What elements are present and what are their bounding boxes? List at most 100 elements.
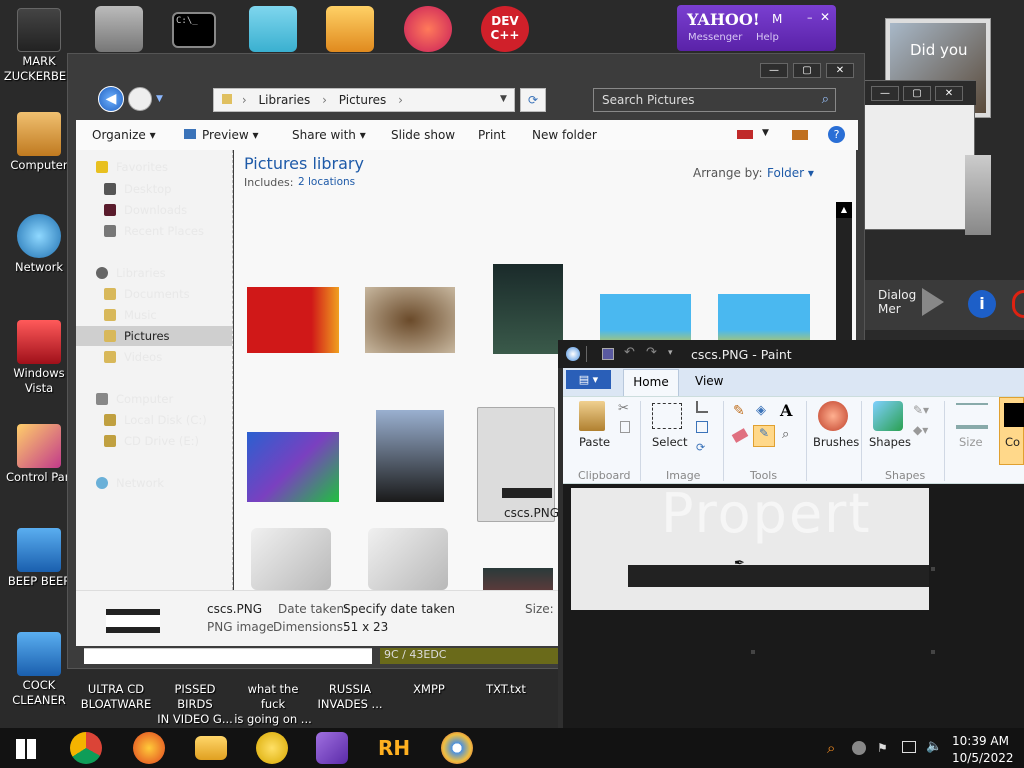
- redo-icon[interactable]: ↷: [646, 345, 657, 360]
- crop-icon[interactable]: [696, 401, 708, 413]
- pig-game-icon[interactable]: [326, 6, 374, 52]
- nav-pictures[interactable]: Pictures: [104, 327, 170, 345]
- stop-icon[interactable]: [1012, 290, 1024, 318]
- resize-handle[interactable]: [751, 650, 755, 654]
- paint-menu-button[interactable]: ▤ ▾: [566, 370, 611, 389]
- new-folder-button[interactable]: New folder: [532, 128, 597, 142]
- explorer-maximize-button[interactable]: ▢: [793, 63, 821, 78]
- nav-recent-places[interactable]: Recent Places: [104, 222, 204, 240]
- yahoo-minimize-button[interactable]: –: [807, 11, 813, 24]
- network-tray-icon[interactable]: [902, 741, 916, 753]
- search-tray-icon[interactable]: ⌕: [827, 739, 835, 757]
- breadcrumb-pictures[interactable]: Pictures: [339, 93, 387, 107]
- arrange-by-dropdown[interactable]: Folder ▾: [767, 166, 814, 180]
- view-dropdown-icon[interactable]: ▼: [762, 128, 769, 138]
- pencil-icon[interactable]: ✎: [733, 403, 745, 419]
- search-icon[interactable]: ⌕: [822, 92, 829, 107]
- customize-quick-access-icon[interactable]: ▾: [668, 348, 673, 358]
- paint-window[interactable]: ↶ ↷ ▾ cscs.PNG - Paint ▤ ▾ Home View Pas…: [558, 340, 1024, 730]
- size-button[interactable]: Size: [959, 435, 983, 449]
- cut-icon[interactable]: ✂: [618, 401, 629, 416]
- desktop-icon-what-the[interactable]: what the fuck is going on ...: [234, 682, 312, 727]
- resize-handle[interactable]: [931, 567, 935, 571]
- back-button[interactable]: ◀: [98, 86, 124, 112]
- dev-cpp-icon[interactable]: DEV C++: [481, 6, 529, 52]
- brushes-button[interactable]: Brushes: [813, 435, 859, 449]
- change-view-icon[interactable]: [737, 130, 753, 139]
- flag-icon[interactable]: ⚑: [877, 741, 888, 755]
- thumbnail-image[interactable]: [483, 568, 553, 590]
- background-window-2[interactable]: — ▢ ✕: [858, 80, 976, 230]
- visual-studio-icon[interactable]: [316, 732, 348, 764]
- nav-computer[interactable]: Computer: [96, 390, 173, 408]
- generic-file-icon[interactable]: [368, 528, 448, 590]
- shapes-icon[interactable]: [873, 401, 903, 431]
- resource-hacker-icon[interactable]: RH: [378, 732, 410, 764]
- thumbnail-selected-cscs[interactable]: cscs.PNG: [477, 407, 559, 522]
- maximize-button[interactable]: ▢: [903, 86, 931, 101]
- breadcrumb-libraries[interactable]: Libraries: [258, 93, 310, 107]
- address-dropdown-icon[interactable]: ▼: [500, 94, 507, 104]
- start-button[interactable]: [16, 739, 36, 759]
- copy-icon[interactable]: [620, 421, 630, 433]
- fill-icon[interactable]: ◈: [756, 403, 766, 418]
- nav-documents[interactable]: Documents: [104, 285, 190, 303]
- nav-favorites[interactable]: Favorites: [96, 158, 168, 176]
- forward-button[interactable]: [128, 87, 152, 111]
- outline-icon[interactable]: ✎▾: [913, 403, 929, 417]
- select-icon[interactable]: [652, 403, 682, 429]
- documents-icon[interactable]: [95, 6, 143, 52]
- thumbnail-image[interactable]: [493, 264, 563, 354]
- dialog-merge-label[interactable]: Dialog Mer: [878, 288, 918, 316]
- resize-icon[interactable]: [696, 421, 708, 433]
- firefox-icon[interactable]: [133, 732, 165, 764]
- color-picker-icon[interactable]: ✎: [753, 425, 775, 447]
- paint-taskbar-icon[interactable]: [441, 732, 473, 764]
- nav-libraries[interactable]: Libraries: [96, 264, 166, 282]
- tab-home[interactable]: Home: [623, 369, 679, 396]
- rotate-icon[interactable]: ⟳: [696, 441, 705, 454]
- desktop-icon-pissed-birds[interactable]: PISSED BIRDS IN VIDEO G...: [156, 682, 234, 727]
- nav-cd-drive[interactable]: CD Drive (E:): [104, 432, 199, 450]
- nav-downloads[interactable]: Downloads: [104, 201, 187, 219]
- explorer-close-button[interactable]: ✕: [826, 63, 854, 78]
- paint-app-icon[interactable]: [566, 347, 580, 361]
- fill-style-icon[interactable]: ◆▾: [913, 423, 928, 437]
- nav-local-disk[interactable]: Local Disk (C:): [104, 411, 207, 429]
- eraser-icon[interactable]: [731, 428, 749, 443]
- paste-button[interactable]: Paste: [579, 435, 610, 449]
- volume-icon[interactable]: 🔈: [926, 739, 942, 754]
- desktop-icon-ultra-cd[interactable]: ULTRA CD BLOATWARE: [77, 682, 155, 712]
- thumbnail-image[interactable]: [247, 432, 339, 502]
- yahoo-messenger-window[interactable]: YAHOO! M – ✕ Messenger Help: [677, 5, 836, 51]
- p-app-icon[interactable]: [404, 6, 452, 52]
- clock-time[interactable]: 10:39 AM: [952, 734, 1009, 748]
- brushes-icon[interactable]: [818, 401, 848, 431]
- details-date-taken-value[interactable]: Specify date taken: [343, 602, 455, 616]
- slide-show-button[interactable]: Slide show: [391, 128, 455, 142]
- explorer-minimize-button[interactable]: —: [760, 63, 788, 78]
- play-icon[interactable]: [922, 288, 944, 316]
- color-1-label[interactable]: Co: [1005, 435, 1020, 449]
- nav-desktop[interactable]: Desktop: [104, 180, 171, 198]
- desktop-icon-russia[interactable]: RUSSIA INVADES ...: [311, 682, 389, 712]
- desktop-icon-xmpp[interactable]: XMPP: [390, 682, 468, 697]
- yahoo-close-button[interactable]: ✕: [820, 10, 830, 24]
- thumbnail-image[interactable]: [365, 287, 455, 353]
- chrome-icon[interactable]: [70, 732, 102, 764]
- search-input[interactable]: Search Pictures ⌕: [593, 88, 836, 112]
- magnifier-icon[interactable]: ⌕: [782, 427, 789, 442]
- history-dropdown-icon[interactable]: ▼: [156, 94, 163, 104]
- refresh-button[interactable]: ⟳: [520, 88, 546, 112]
- nav-network[interactable]: Network: [96, 474, 164, 492]
- resize-handle[interactable]: [931, 650, 935, 654]
- organize-button[interactable]: Organize ▾: [92, 128, 156, 142]
- thumbnail-image[interactable]: [247, 287, 339, 353]
- nav-music[interactable]: Music: [104, 306, 157, 324]
- help-icon[interactable]: ?: [828, 126, 845, 143]
- thumbnail-image[interactable]: [376, 410, 444, 502]
- file-explorer-icon[interactable]: [195, 736, 227, 760]
- print-button[interactable]: Print: [478, 128, 506, 142]
- preview-button[interactable]: Preview ▾: [184, 128, 259, 142]
- size-icon[interactable]: [956, 403, 988, 429]
